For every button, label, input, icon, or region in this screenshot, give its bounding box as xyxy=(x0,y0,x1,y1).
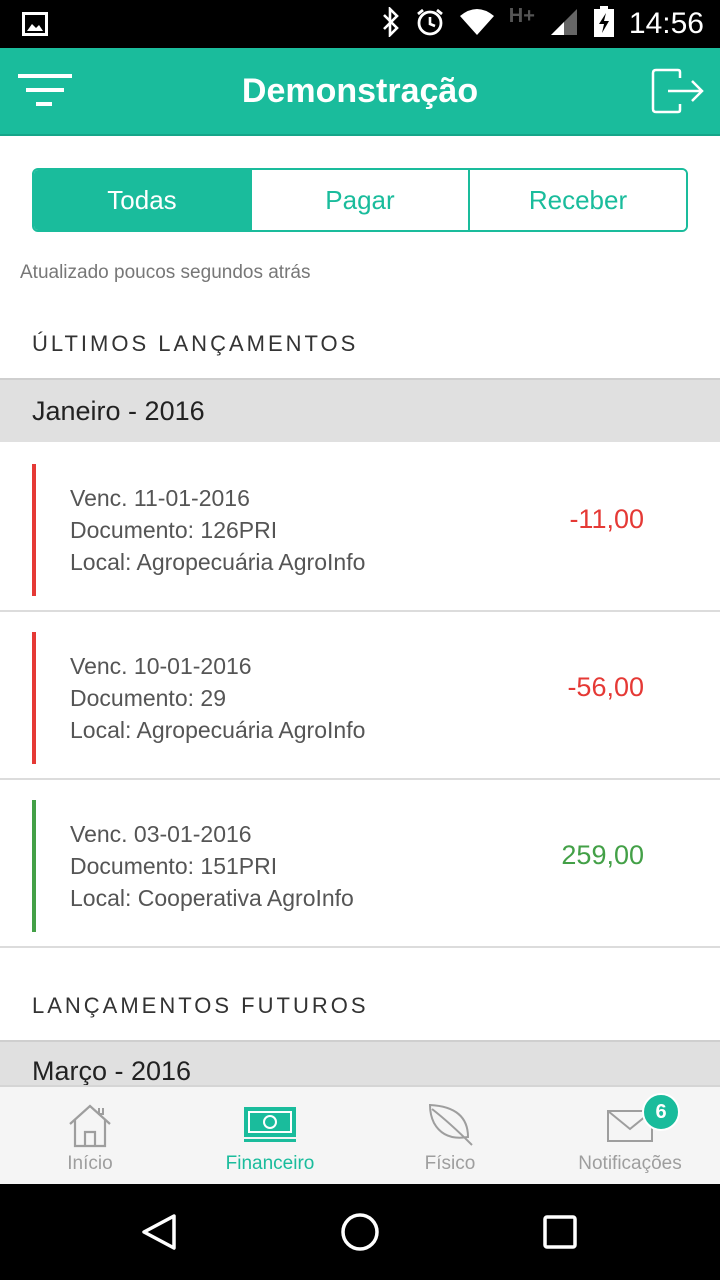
list-item[interactable]: Venc. 11-01-2016 Documento: 126PRI Local… xyxy=(0,444,720,612)
nav-label: Físico xyxy=(424,1153,476,1174)
entry-document: Documento: 126PRI xyxy=(70,517,278,543)
logout-button[interactable] xyxy=(650,68,706,114)
list-item[interactable]: Venc. 03-01-2016 Documento: 151PRI Local… xyxy=(0,780,720,948)
filter-tabs: Todas Pagar Receber xyxy=(32,168,688,232)
entry-amount: -11,00 xyxy=(569,504,644,534)
home-circle-icon xyxy=(341,1213,379,1251)
section-title-future: LANÇAMENTOS FUTUROS xyxy=(32,993,369,1018)
month-header-january: Janeiro - 2016 xyxy=(0,378,720,442)
nav-label: Financeiro xyxy=(225,1153,315,1174)
alarm-icon xyxy=(415,7,445,41)
entry-due: Venc. 10-01-2016 xyxy=(70,653,252,679)
app-bar: Demonstração xyxy=(0,48,720,136)
page-title: Demonstração xyxy=(241,72,479,110)
nav-item-notificacoes[interactable]: Notificações 6 xyxy=(540,1087,720,1184)
notification-badge: 6 xyxy=(642,1093,680,1131)
list-item[interactable]: Venc. 10-01-2016 Documento: 29 Local: Ag… xyxy=(0,612,720,780)
entry-amount: -56,00 xyxy=(567,672,644,702)
nav-item-fisico[interactable]: Físico xyxy=(360,1087,540,1184)
tab-receber[interactable]: Receber xyxy=(468,170,686,230)
updated-text: Atualizado poucos segundos atrás xyxy=(20,262,311,283)
signal-icon xyxy=(549,7,579,41)
section-title-latest: ÚLTIMOS LANÇAMENTOS xyxy=(32,331,359,356)
home-button[interactable] xyxy=(334,1206,386,1258)
entry-indicator xyxy=(32,632,36,764)
entry-local: Local: Agropecuária AgroInfo xyxy=(70,549,366,575)
image-icon xyxy=(22,12,48,40)
money-icon xyxy=(242,1101,298,1149)
status-bar: H+ 14:56 xyxy=(0,0,720,48)
nav-item-financeiro[interactable]: Financeiro xyxy=(180,1087,360,1184)
back-button[interactable] xyxy=(134,1206,186,1258)
nav-item-inicio[interactable]: Início xyxy=(0,1087,180,1184)
month-label: Março - 2016 xyxy=(32,1056,192,1086)
entry-indicator xyxy=(32,800,36,932)
logout-icon xyxy=(651,68,704,114)
entry-indicator xyxy=(32,464,36,596)
entry-document: Documento: 151PRI xyxy=(70,853,278,879)
entry-local: Local: Cooperativa AgroInfo xyxy=(70,885,354,911)
home-icon xyxy=(66,1101,114,1149)
bottom-nav: Início Financeiro Físico Notificações 6 xyxy=(0,1085,720,1184)
tab-todas[interactable]: Todas xyxy=(34,170,250,230)
battery-icon xyxy=(593,6,615,42)
recents-button[interactable] xyxy=(534,1206,586,1258)
nav-label: Início xyxy=(67,1153,113,1174)
entry-due: Venc. 03-01-2016 xyxy=(70,821,252,847)
entry-local: Local: Agropecuária AgroInfo xyxy=(70,717,366,743)
nav-label: Notificações xyxy=(578,1153,682,1174)
back-icon xyxy=(142,1214,176,1250)
entry-amount: 259,00 xyxy=(561,840,644,870)
bluetooth-icon xyxy=(381,5,401,41)
entry-due: Venc. 11-01-2016 xyxy=(70,485,250,511)
leaf-icon xyxy=(424,1101,476,1149)
tab-pagar[interactable]: Pagar xyxy=(250,170,468,230)
wifi-icon xyxy=(459,8,495,40)
entry-document: Documento: 29 xyxy=(70,685,226,711)
network-type-label: H+ xyxy=(508,4,535,27)
status-time: 14:56 xyxy=(628,7,704,40)
month-label: Janeiro - 2016 xyxy=(32,395,205,426)
system-nav-bar xyxy=(0,1184,720,1280)
recents-icon xyxy=(543,1215,577,1249)
